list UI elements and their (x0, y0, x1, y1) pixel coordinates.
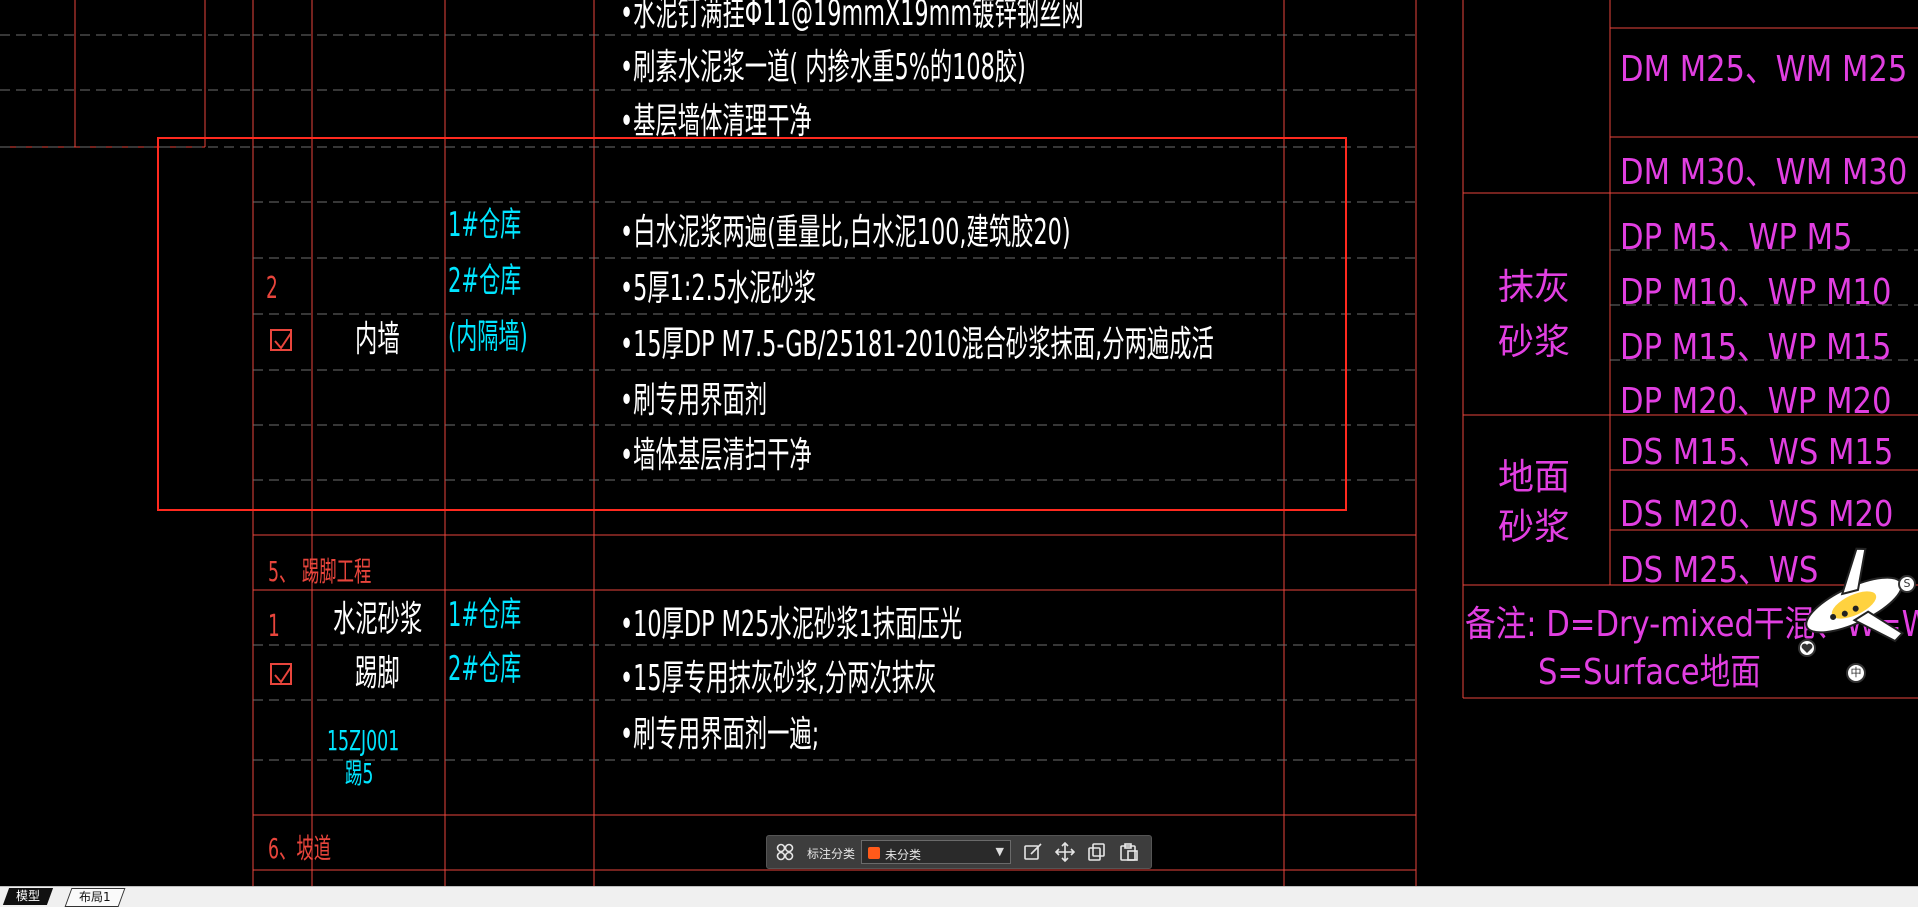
plaster-row-3: DP M15、WP M15 (1620, 327, 1892, 368)
plaster-label-2: 砂浆 (1498, 322, 1571, 363)
skirting-ref-code: 15ZJ001 (327, 724, 400, 757)
top-row-3-text: •基层墙体清理干净 (620, 101, 812, 142)
category-selected-value: 未分类 (885, 848, 922, 862)
skirting-location-2: 2#仓库 (448, 649, 522, 689)
annotation-category-select[interactable]: 未分类 ▼ (861, 840, 1011, 864)
floor-label-2: 砂浆 (1498, 507, 1571, 548)
copy-icon[interactable] (1087, 842, 1107, 862)
move-icon[interactable] (1055, 842, 1075, 862)
inner-wall-location-3: (内隔墙) (448, 317, 528, 357)
heart-badge-icon[interactable] (1798, 639, 1816, 657)
edit-icon[interactable] (1023, 842, 1043, 862)
skirting-checkbox[interactable] (270, 663, 292, 685)
top-row-1-text: •水泥钉满挂Φ11@19mmX19mm镀锌钢丝网 (620, 0, 1084, 34)
skirting-name-line1: 水泥砂浆 (333, 599, 423, 640)
floor-row-1: DS M15、WS M15 (1620, 432, 1894, 473)
paste-icon[interactable] (1119, 842, 1139, 862)
section5-row-number: 1 (268, 609, 280, 644)
note-line-2: S=Surface地面 (1538, 652, 1761, 693)
inner-wall-step-4: •刷专用界面剂 (620, 380, 768, 421)
inner-wall-step-1: •白水泥浆两遍(重量比,白水泥100,建筑胶20) (620, 212, 1071, 253)
plaster-label-1: 抹灰 (1498, 267, 1571, 308)
skirting-location-1: 1#仓库 (448, 595, 522, 635)
floor-label-1: 地面 (1498, 457, 1571, 498)
section5-heading: 5、 踢脚工程 (268, 555, 372, 588)
chevron-down-icon: ▼ (995, 845, 1004, 858)
annotation-toolbar: 标注分类 未分类 ▼ (766, 835, 1152, 869)
tab-layout1-label: 布局1 (79, 890, 111, 904)
tab-layout1[interactable]: 布局1 (64, 888, 126, 907)
heart-icon (1801, 643, 1813, 653)
tab-model[interactable]: 模型 (2, 888, 54, 905)
cad-drawing-canvas[interactable]: •水泥钉满挂Φ11@19mmX19mm镀锌钢丝网 •刷素水泥浆一道( 内掺水重5… (0, 0, 1918, 886)
checkmark-icon (274, 332, 292, 350)
skirting-step-2: •15厚专用抹灰砂浆,分两次抹灰 (620, 658, 937, 699)
plaster-row-4: DP M20、WP M20 (1620, 381, 1892, 422)
grid-icon[interactable] (775, 842, 795, 862)
inner-wall-row-number: 2 (266, 271, 278, 306)
layout-tab-bar: 模型 布局1 (0, 886, 1918, 907)
section6-heading: 6、坡道 (268, 832, 332, 865)
masonry-row-2: DM M30、WM M30 (1620, 152, 1908, 193)
floor-row-3: DS M25、WS (1620, 550, 1819, 591)
checkmark-icon (274, 666, 292, 684)
skirting-step-3: •刷专用界面剂一遍; (620, 714, 820, 755)
tab-model-label: 模型 (16, 889, 41, 903)
floating-assistant-mascot[interactable]: S 中 (1790, 545, 1918, 685)
inner-wall-location-2: 2#仓库 (448, 261, 522, 301)
inner-wall-checkbox[interactable] (270, 329, 292, 351)
skirting-ref-detail: 踢5 (345, 757, 374, 790)
category-color-swatch (868, 847, 880, 859)
s-badge-icon[interactable]: S (1898, 575, 1916, 593)
zh-badge-icon[interactable]: 中 (1846, 663, 1866, 683)
floor-row-2: DS M20、WS M20 (1620, 494, 1894, 535)
skirting-name-line2: 踢脚 (355, 653, 400, 694)
annotation-category-label: 标注分类 (807, 847, 856, 861)
inner-wall-step-5: •墙体基层清扫干净 (620, 435, 812, 476)
skirting-step-1: •10厚DP M25水泥砂浆1抹面压光 (620, 604, 963, 645)
plaster-row-1: DP M5、WP M5 (1620, 217, 1853, 258)
masonry-row-1: DM M25、WM M25 (1620, 49, 1908, 90)
top-row-2-text: •刷素水泥浆一道( 内掺水重5%的108胶) (620, 47, 1026, 88)
inner-wall-name: 内墙 (355, 319, 400, 360)
inner-wall-step-2: •5厚1:2.5水泥砂浆 (620, 268, 817, 309)
inner-wall-location-1: 1#仓库 (448, 205, 522, 245)
inner-wall-step-3: •15厚DP M7.5-GB/25181-2010混合砂浆抹面,分两遍成活 (620, 324, 1214, 365)
plaster-row-2: DP M10、WP M10 (1620, 272, 1892, 313)
